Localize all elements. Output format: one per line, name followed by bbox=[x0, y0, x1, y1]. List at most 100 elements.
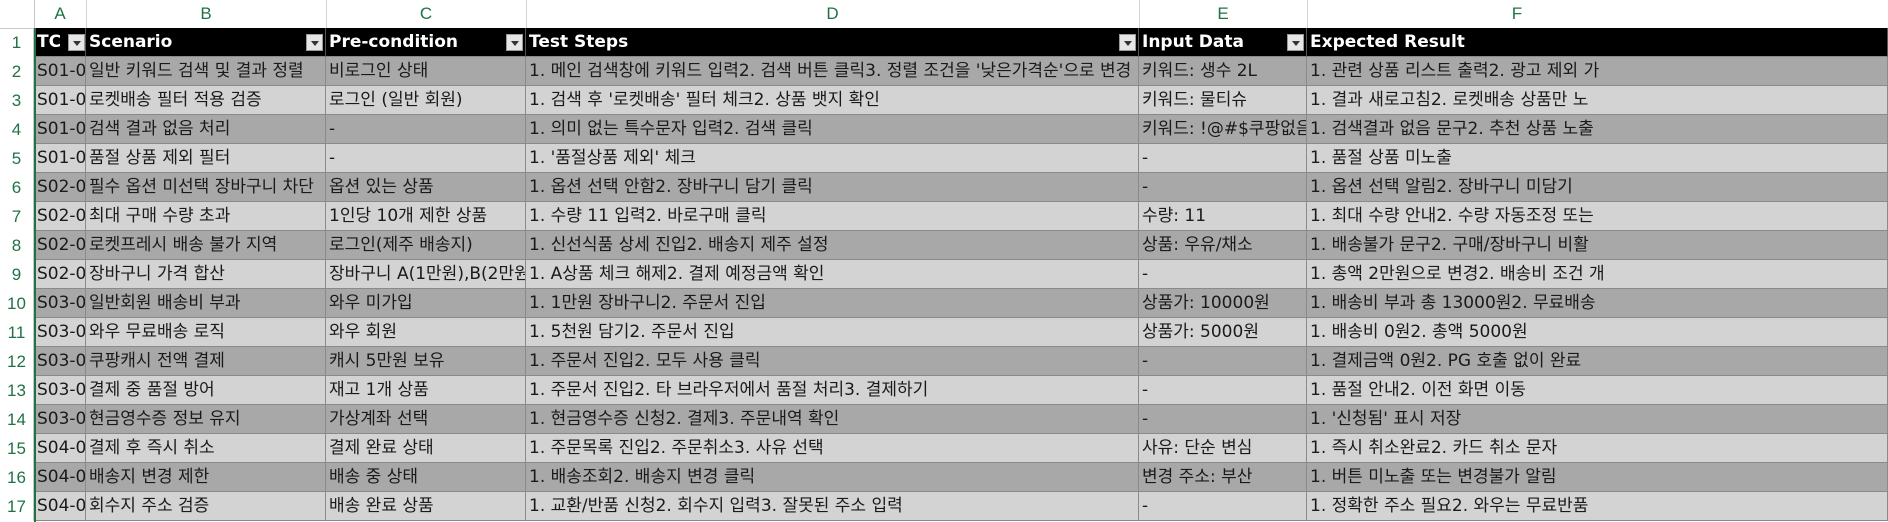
column-header-a[interactable]: A bbox=[34, 0, 86, 28]
cell-test-steps[interactable]: 1. 메인 검색창에 키워드 입력2. 검색 버튼 클릭3. 정렬 조건을 '낮… bbox=[526, 57, 1139, 86]
cell-precondition[interactable]: 비로그인 상태 bbox=[326, 57, 526, 86]
cell-input-data[interactable]: 상품: 우유/채소 bbox=[1139, 231, 1307, 260]
row-header[interactable]: 1 bbox=[0, 28, 34, 57]
cell-precondition[interactable]: 배송 중 상태 bbox=[326, 463, 526, 492]
header-cell-test-steps[interactable]: Test Steps bbox=[526, 28, 1139, 57]
cell-input-data[interactable]: 상품가: 5000원 bbox=[1139, 318, 1307, 347]
filter-dropdown-icon[interactable] bbox=[506, 34, 523, 51]
cell-precondition[interactable]: 와우 미가입 bbox=[326, 289, 526, 318]
column-header-e[interactable]: E bbox=[1139, 0, 1307, 28]
column-header-f[interactable]: F bbox=[1307, 0, 1727, 28]
cell-tc-id[interactable]: S01-01 bbox=[34, 57, 86, 86]
cell-test-steps[interactable]: 1. 검색 후 '로켓배송' 필터 체크2. 상품 뱃지 확인 bbox=[526, 86, 1139, 115]
row-header[interactable]: 4 bbox=[0, 115, 34, 144]
cell-precondition[interactable]: 캐시 5만원 보유 bbox=[326, 347, 526, 376]
cell-test-steps[interactable]: 1. 신선식품 상세 진입2. 배송지 제주 설정 bbox=[526, 231, 1139, 260]
cell-test-steps[interactable]: 1. 교환/반품 신청2. 회수지 입력3. 잘못된 주소 입력 bbox=[526, 492, 1139, 521]
cell-test-steps[interactable]: 1. '품절상품 제외' 체크 bbox=[526, 144, 1139, 173]
cell-scenario[interactable]: 배송지 변경 제한 bbox=[86, 463, 326, 492]
filter-dropdown-icon[interactable] bbox=[1119, 34, 1136, 51]
cell-scenario[interactable]: 검색 결과 없음 처리 bbox=[86, 115, 326, 144]
cell-tc-id[interactable]: S03-04 bbox=[34, 376, 86, 405]
select-all-corner[interactable] bbox=[0, 0, 35, 28]
cell-test-steps[interactable]: 1. 배송조회2. 배송지 변경 클릭 bbox=[526, 463, 1139, 492]
filter-dropdown-icon[interactable] bbox=[306, 34, 323, 51]
row-header[interactable]: 12 bbox=[0, 347, 34, 376]
cell-expected-result[interactable]: 1. 정확한 주소 필요2. 와우는 무료반품 bbox=[1307, 492, 1888, 521]
column-header-c[interactable]: C bbox=[326, 0, 526, 28]
header-cell-scenario[interactable]: Scenario bbox=[86, 28, 326, 57]
cell-input-data[interactable]: - bbox=[1139, 347, 1307, 376]
cell-input-data[interactable]: - bbox=[1139, 260, 1307, 289]
cell-tc-id[interactable]: S02-02 bbox=[34, 202, 86, 231]
cell-expected-result[interactable]: 1. 배송비 0원2. 총액 5000원 bbox=[1307, 318, 1888, 347]
cell-test-steps[interactable]: 1. 주문목록 진입2. 주문취소3. 사유 선택 bbox=[526, 434, 1139, 463]
cell-tc-id[interactable]: S02-03 bbox=[34, 231, 86, 260]
cell-expected-result[interactable]: 1. 관련 상품 리스트 출력2. 광고 제외 가 bbox=[1307, 57, 1888, 86]
cell-input-data[interactable]: - bbox=[1139, 492, 1307, 521]
row-header[interactable]: 6 bbox=[0, 173, 34, 202]
filter-dropdown-icon[interactable] bbox=[1287, 34, 1304, 51]
cell-scenario[interactable]: 일반회원 배송비 부과 bbox=[86, 289, 326, 318]
cell-precondition[interactable]: 로그인(제주 배송지) bbox=[326, 231, 526, 260]
cell-scenario[interactable]: 현금영수증 정보 유지 bbox=[86, 405, 326, 434]
row-header[interactable]: 10 bbox=[0, 289, 34, 318]
cell-tc-id[interactable]: S02-01 bbox=[34, 173, 86, 202]
cell-tc-id[interactable]: S03-03 bbox=[34, 347, 86, 376]
cell-scenario[interactable]: 결제 후 즉시 취소 bbox=[86, 434, 326, 463]
cell-test-steps[interactable]: 1. 옵션 선택 안함2. 장바구니 담기 클릭 bbox=[526, 173, 1139, 202]
column-header-d[interactable]: D bbox=[526, 0, 1139, 28]
cell-input-data[interactable]: - bbox=[1139, 405, 1307, 434]
cell-precondition[interactable]: 1인당 10개 제한 상품 bbox=[326, 202, 526, 231]
cell-test-steps[interactable]: 1. 주문서 진입2. 타 브라우저에서 품절 처리3. 결제하기 bbox=[526, 376, 1139, 405]
cell-scenario[interactable]: 로켓프레시 배송 불가 지역 bbox=[86, 231, 326, 260]
row-header[interactable]: 15 bbox=[0, 434, 34, 463]
cell-precondition[interactable]: 재고 1개 상품 bbox=[326, 376, 526, 405]
cell-scenario[interactable]: 결제 중 품절 방어 bbox=[86, 376, 326, 405]
cell-precondition[interactable]: 가상계좌 선택 bbox=[326, 405, 526, 434]
cell-expected-result[interactable]: 1. 즉시 취소완료2. 카드 취소 문자 bbox=[1307, 434, 1888, 463]
cell-precondition[interactable]: - bbox=[326, 144, 526, 173]
cell-input-data[interactable]: 키워드: 물티슈 bbox=[1139, 86, 1307, 115]
cell-tc-id[interactable]: S03-05 bbox=[34, 405, 86, 434]
cell-test-steps[interactable]: 1. A상품 체크 해제2. 결제 예정금액 확인 bbox=[526, 260, 1139, 289]
cell-expected-result[interactable]: 1. 결과 새로고침2. 로켓배송 상품만 노 bbox=[1307, 86, 1888, 115]
cell-test-steps[interactable]: 1. 1만원 장바구니2. 주문서 진입 bbox=[526, 289, 1139, 318]
cell-expected-result[interactable]: 1. 품절 안내2. 이전 화면 이동 bbox=[1307, 376, 1888, 405]
cell-tc-id[interactable]: S04-02 bbox=[34, 463, 86, 492]
cell-input-data[interactable]: 수량: 11 bbox=[1139, 202, 1307, 231]
cell-tc-id[interactable]: S02-04 bbox=[34, 260, 86, 289]
row-header[interactable]: 9 bbox=[0, 260, 34, 289]
cell-tc-id[interactable]: S01-04 bbox=[34, 144, 86, 173]
cell-tc-id[interactable]: S04-03 bbox=[34, 492, 86, 521]
cell-input-data[interactable]: 변경 주소: 부산 bbox=[1139, 463, 1307, 492]
row-header[interactable]: 14 bbox=[0, 405, 34, 434]
cell-tc-id[interactable]: S04-01 bbox=[34, 434, 86, 463]
cell-expected-result[interactable]: 1. 결제금액 0원2. PG 호출 없이 완료 bbox=[1307, 347, 1888, 376]
cell-expected-result[interactable]: 1. 옵션 선택 알림2. 장바구니 미담기 bbox=[1307, 173, 1888, 202]
cell-input-data[interactable]: 상품가: 10000원 bbox=[1139, 289, 1307, 318]
cell-test-steps[interactable]: 1. 수량 11 입력2. 바로구매 클릭 bbox=[526, 202, 1139, 231]
cell-expected-result[interactable]: 1. 검색결과 없음 문구2. 추천 상품 노출 bbox=[1307, 115, 1888, 144]
cell-scenario[interactable]: 장바구니 가격 합산 bbox=[86, 260, 326, 289]
row-header[interactable]: 5 bbox=[0, 144, 34, 173]
row-header[interactable]: 16 bbox=[0, 463, 34, 492]
row-header[interactable]: 17 bbox=[0, 492, 34, 521]
cell-scenario[interactable]: 최대 구매 수량 초과 bbox=[86, 202, 326, 231]
cell-input-data[interactable]: 키워드: 생수 2L bbox=[1139, 57, 1307, 86]
cell-precondition[interactable]: 배송 완료 상품 bbox=[326, 492, 526, 521]
cell-input-data[interactable]: 키워드: !@#$쿠팡없음 bbox=[1139, 115, 1307, 144]
filter-dropdown-icon[interactable] bbox=[68, 34, 85, 51]
header-cell-precondition[interactable]: Pre-condition bbox=[326, 28, 526, 57]
cell-tc-id[interactable]: S03-02 bbox=[34, 318, 86, 347]
column-header-b[interactable]: B bbox=[86, 0, 326, 28]
row-header[interactable]: 11 bbox=[0, 318, 34, 347]
cell-input-data[interactable]: - bbox=[1139, 173, 1307, 202]
cell-expected-result[interactable]: 1. 총액 2만원으로 변경2. 배송비 조건 개 bbox=[1307, 260, 1888, 289]
cell-scenario[interactable]: 품절 상품 제외 필터 bbox=[86, 144, 326, 173]
cell-precondition[interactable]: 장바구니 A(1만원),B(2만원) bbox=[326, 260, 526, 289]
cell-scenario[interactable]: 와우 무료배송 로직 bbox=[86, 318, 326, 347]
cell-test-steps[interactable]: 1. 의미 없는 특수문자 입력2. 검색 클릭 bbox=[526, 115, 1139, 144]
cell-test-steps[interactable]: 1. 주문서 진입2. 모두 사용 클릭 bbox=[526, 347, 1139, 376]
cell-test-steps[interactable]: 1. 5천원 담기2. 주문서 진입 bbox=[526, 318, 1139, 347]
